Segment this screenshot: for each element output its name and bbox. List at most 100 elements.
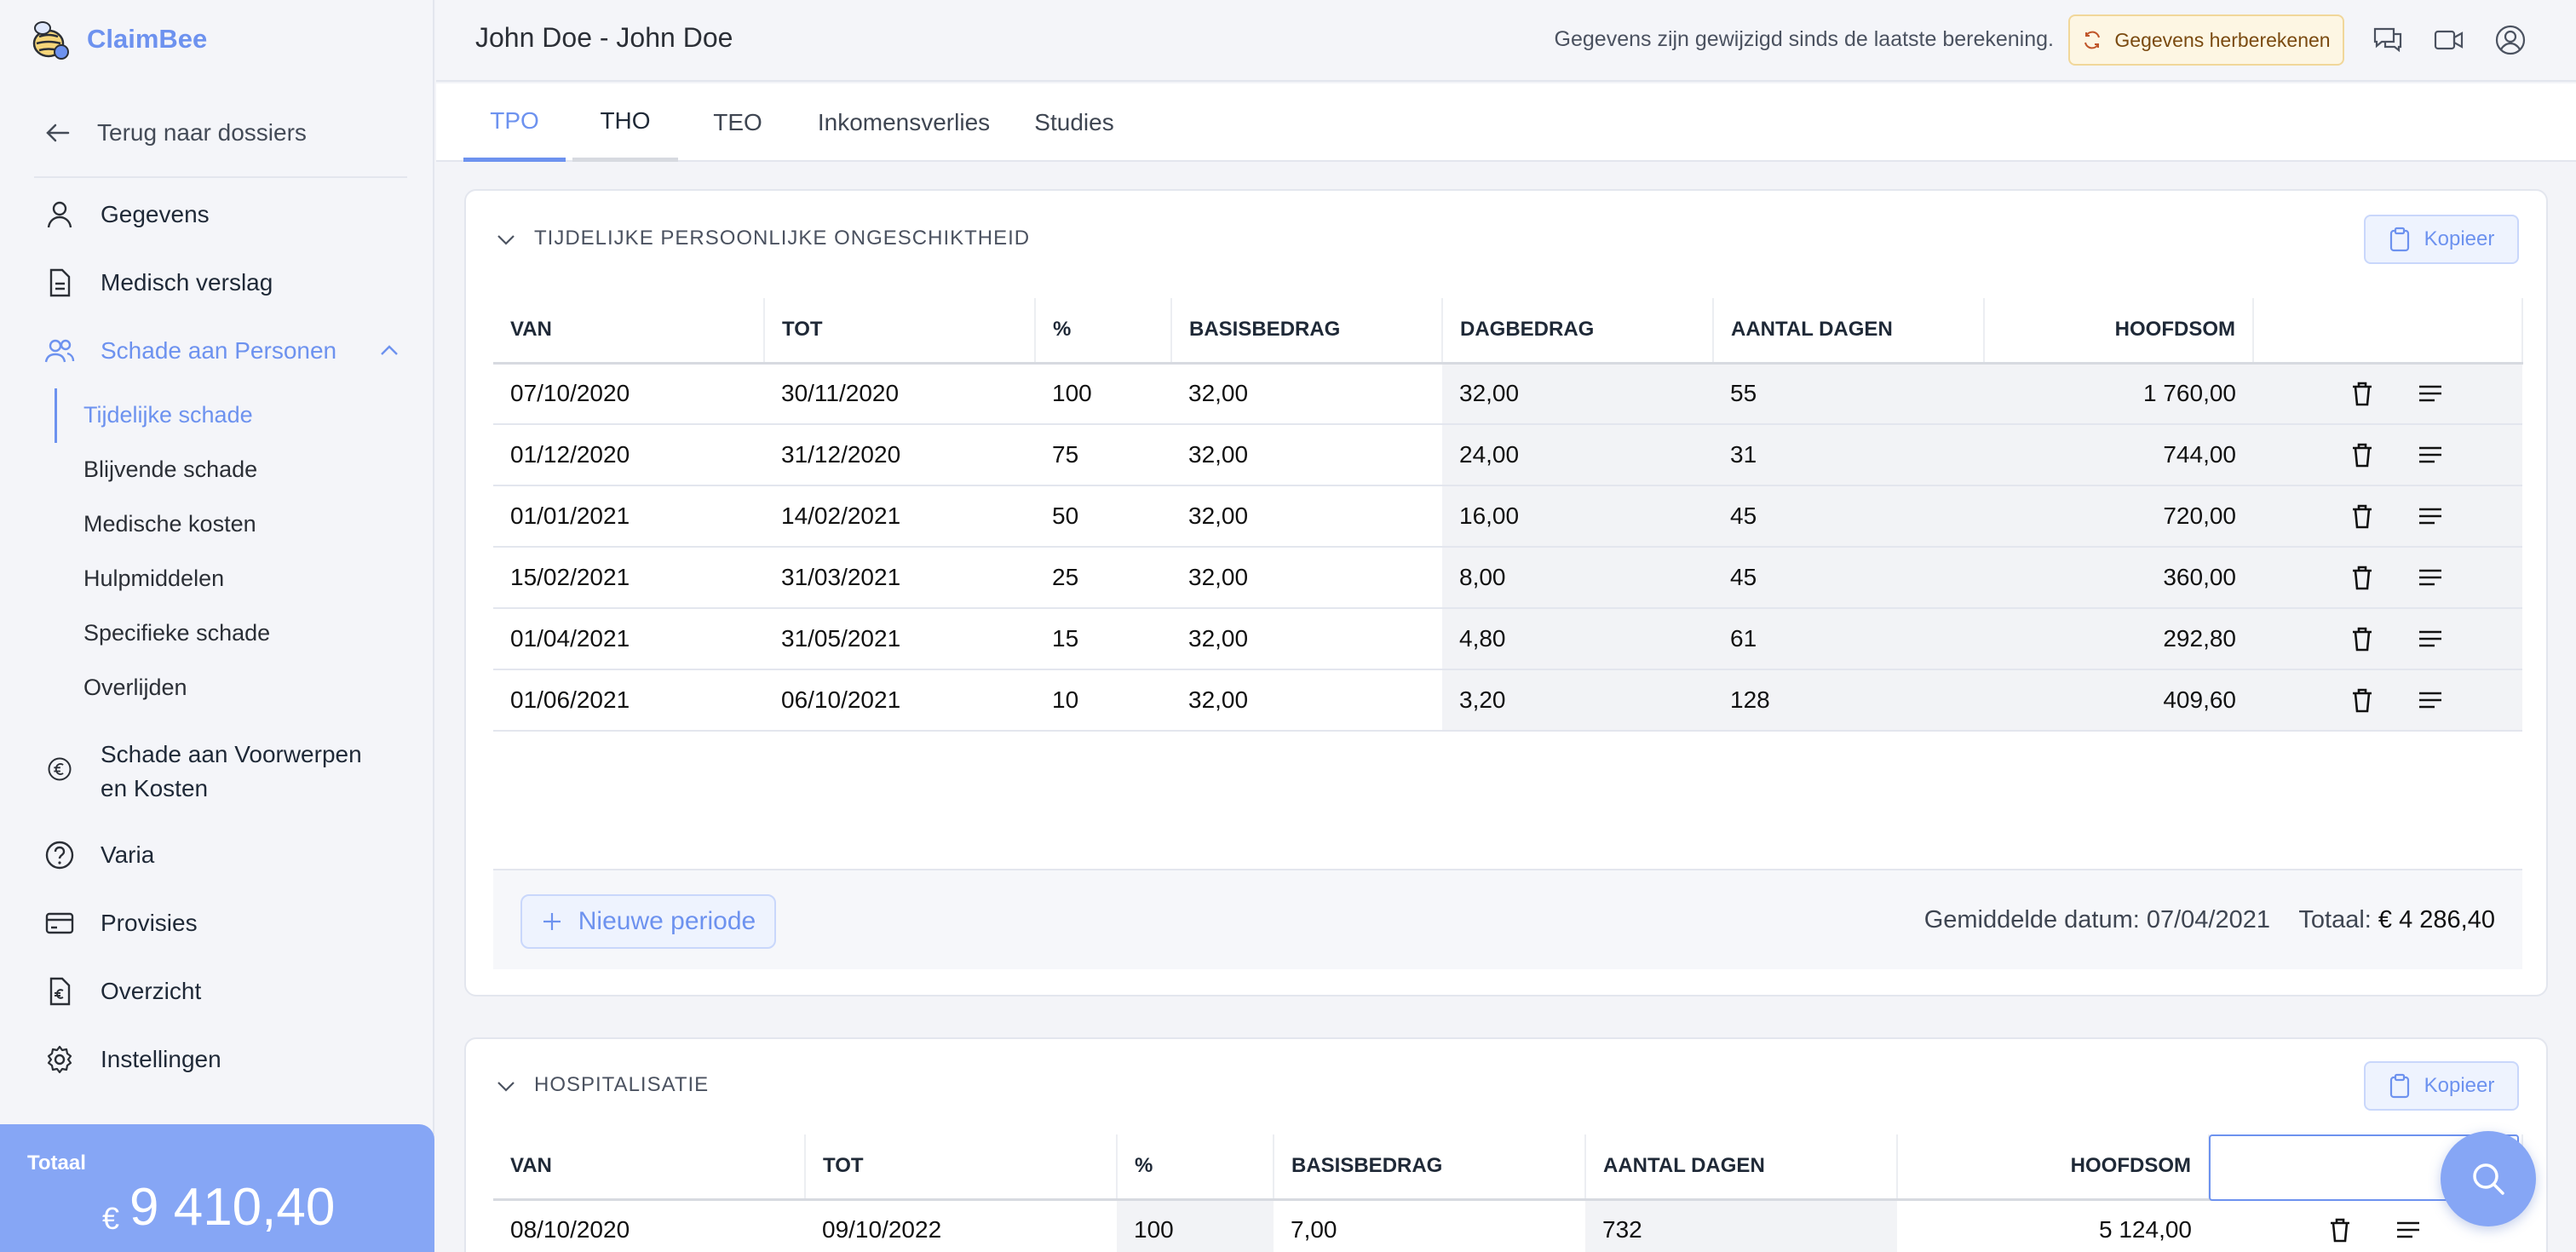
trash-icon[interactable] xyxy=(2349,503,2376,530)
table-cell[interactable]: 1 760,00 xyxy=(1984,363,2253,425)
table-cell[interactable]: 31/12/2020 xyxy=(764,424,1035,486)
sidebar-subitem-tijdelijke-schade[interactable]: Tijdelijke schade xyxy=(83,402,253,428)
sidebar-item-schade-aan-voorwerpen[interactable]: Schade aan Voorwerpen en Kosten xyxy=(44,738,362,806)
table-cell[interactable]: 100 xyxy=(1035,363,1171,425)
tab-teo[interactable]: TEO xyxy=(692,83,784,162)
table-cell[interactable]: 3,20 xyxy=(1442,669,1713,732)
chevron-down-icon[interactable] xyxy=(495,1075,517,1097)
menu-lines-icon[interactable] xyxy=(2417,380,2444,407)
table-cell[interactable]: 32,00 xyxy=(1171,485,1442,548)
table-row[interactable]: 01/12/2020 31/12/2020 75 32,00 24,00 31 744,00 xyxy=(493,424,2522,486)
table-cell[interactable]: 01/01/2021 xyxy=(493,485,764,548)
table-row[interactable]: 01/04/2021 31/05/2021 15 32,00 4,80 61 292,80 xyxy=(493,608,2522,670)
search-button[interactable] xyxy=(2441,1131,2536,1226)
menu-lines-icon[interactable] xyxy=(2417,564,2444,591)
tab-tpo[interactable]: TPO xyxy=(463,83,566,162)
table-cell[interactable]: 01/12/2020 xyxy=(493,424,764,486)
sidebar-item-instellingen[interactable]: Instellingen xyxy=(44,1044,221,1075)
table-cell[interactable]: 16,00 xyxy=(1442,485,1713,548)
table-cell[interactable]: 720,00 xyxy=(1984,485,2253,548)
recalculate-button[interactable]: Gegevens herberekenen xyxy=(2068,14,2344,66)
menu-lines-icon[interactable] xyxy=(2417,503,2444,530)
chat-icon[interactable] xyxy=(2372,24,2404,56)
account-icon[interactable] xyxy=(2494,24,2527,56)
menu-lines-icon[interactable] xyxy=(2417,441,2444,468)
table-row[interactable]: 07/10/2020 30/11/2020 100 32,00 32,00 55 1 760… xyxy=(493,363,2522,425)
column-header[interactable]: DAGBEDRAG xyxy=(1442,298,1714,365)
table-cell[interactable]: 09/10/2022 xyxy=(805,1199,1117,1252)
table-cell[interactable]: 50 xyxy=(1035,485,1171,548)
table-cell[interactable]: 360,00 xyxy=(1984,547,2253,609)
table-cell[interactable]: 100 xyxy=(1117,1199,1274,1252)
table-cell[interactable]: 01/04/2021 xyxy=(493,608,764,670)
sidebar-subitem-blijvende-schade[interactable]: Blijvende schade xyxy=(83,457,257,483)
column-header[interactable]: BASISBEDRAG xyxy=(1274,1134,1586,1201)
tab-tho[interactable]: THO xyxy=(572,83,678,162)
sidebar-item-medisch-verslag[interactable]: Medisch verslag xyxy=(44,267,273,298)
table-cell[interactable]: 32,00 xyxy=(1171,669,1442,732)
chevron-down-icon[interactable] xyxy=(495,228,517,250)
table-cell[interactable]: 4,80 xyxy=(1442,608,1713,670)
trash-icon[interactable] xyxy=(2349,625,2376,652)
table-cell[interactable]: 15 xyxy=(1035,608,1171,670)
sidebar-subitem-medische-kosten[interactable]: Medische kosten xyxy=(83,511,256,537)
sidebar-item-varia[interactable]: Varia xyxy=(44,840,154,870)
table-cell[interactable]: 409,60 xyxy=(1984,669,2253,732)
table-cell[interactable]: 45 xyxy=(1713,485,1984,548)
table-cell[interactable]: 14/02/2021 xyxy=(764,485,1035,548)
table-cell[interactable]: 31/05/2021 xyxy=(764,608,1035,670)
column-header[interactable]: VAN xyxy=(493,1134,806,1201)
column-header[interactable]: AANTAL DAGEN xyxy=(1713,298,1985,365)
table-cell[interactable]: 5 124,00 xyxy=(1897,1199,2209,1252)
table-cell[interactable]: 06/10/2021 xyxy=(764,669,1035,732)
column-header[interactable]: HOOFDSOM xyxy=(1984,298,2254,365)
table-cell[interactable]: 8,00 xyxy=(1442,547,1713,609)
table-row[interactable]: 08/10/2020 09/10/2022 100 7,00 732 5 124,00 xyxy=(493,1199,2522,1252)
column-header[interactable]: VAN xyxy=(493,298,765,365)
trash-icon[interactable] xyxy=(2349,686,2376,714)
table-cell[interactable]: 55 xyxy=(1713,363,1984,425)
trash-icon[interactable] xyxy=(2326,1216,2354,1243)
menu-lines-icon[interactable] xyxy=(2417,686,2444,714)
menu-lines-icon[interactable] xyxy=(2395,1216,2422,1243)
sidebar-item-gegevens[interactable]: Gegevens xyxy=(44,199,210,230)
trash-icon[interactable] xyxy=(2349,564,2376,591)
table-cell[interactable]: 32,00 xyxy=(1171,363,1442,425)
column-header[interactable]: % xyxy=(1035,298,1172,365)
table-cell[interactable]: 32,00 xyxy=(1442,363,1713,425)
table-cell[interactable]: 31/03/2021 xyxy=(764,547,1035,609)
column-header[interactable]: AANTAL DAGEN xyxy=(1585,1134,1898,1201)
sidebar-item-provisies[interactable]: Provisies xyxy=(44,908,198,939)
copy-button[interactable]: Kopieer xyxy=(2364,215,2519,264)
table-cell[interactable]: 128 xyxy=(1713,669,1984,732)
column-header[interactable]: TOT xyxy=(764,298,1036,365)
table-cell[interactable]: 31 xyxy=(1713,424,1984,486)
table-cell[interactable]: 30/11/2020 xyxy=(764,363,1035,425)
table-cell[interactable]: 75 xyxy=(1035,424,1171,486)
back-to-dossiers-link[interactable]: Terug naar dossiers xyxy=(44,119,307,146)
column-header[interactable]: % xyxy=(1117,1134,1274,1201)
table-cell[interactable]: 01/06/2021 xyxy=(493,669,764,732)
table-cell[interactable]: 10 xyxy=(1035,669,1171,732)
table-cell[interactable]: 61 xyxy=(1713,608,1984,670)
table-cell[interactable]: 07/10/2020 xyxy=(493,363,764,425)
table-row[interactable]: 01/01/2021 14/02/2021 50 32,00 16,00 45 720,00 xyxy=(493,485,2522,548)
column-header[interactable]: TOT xyxy=(805,1134,1118,1201)
copy-button[interactable]: Kopieer xyxy=(2364,1061,2519,1111)
table-cell[interactable]: 32,00 xyxy=(1171,424,1442,486)
sidebar-item-overzicht[interactable]: Overzicht xyxy=(44,976,201,1007)
table-cell[interactable]: 08/10/2020 xyxy=(493,1199,805,1252)
table-cell[interactable]: 732 xyxy=(1585,1199,1897,1252)
sidebar-subitem-hulpmiddelen[interactable]: Hulpmiddelen xyxy=(83,566,224,592)
video-call-icon[interactable] xyxy=(2433,24,2465,56)
new-period-button[interactable]: Nieuwe periode xyxy=(520,894,776,949)
table-cell[interactable]: 32,00 xyxy=(1171,547,1442,609)
sidebar-item-schade-aan-personen[interactable]: Schade aan Personen xyxy=(44,336,405,366)
trash-icon[interactable] xyxy=(2349,441,2376,468)
table-cell[interactable]: 32,00 xyxy=(1171,608,1442,670)
table-cell[interactable]: 15/02/2021 xyxy=(493,547,764,609)
table-row[interactable]: 15/02/2021 31/03/2021 25 32,00 8,00 45 360,00 xyxy=(493,547,2522,609)
logo[interactable]: ClaimBee xyxy=(26,15,207,63)
sidebar-subitem-specifieke-schade[interactable]: Specifieke schade xyxy=(83,620,270,646)
column-header[interactable]: BASISBEDRAG xyxy=(1171,298,1443,365)
